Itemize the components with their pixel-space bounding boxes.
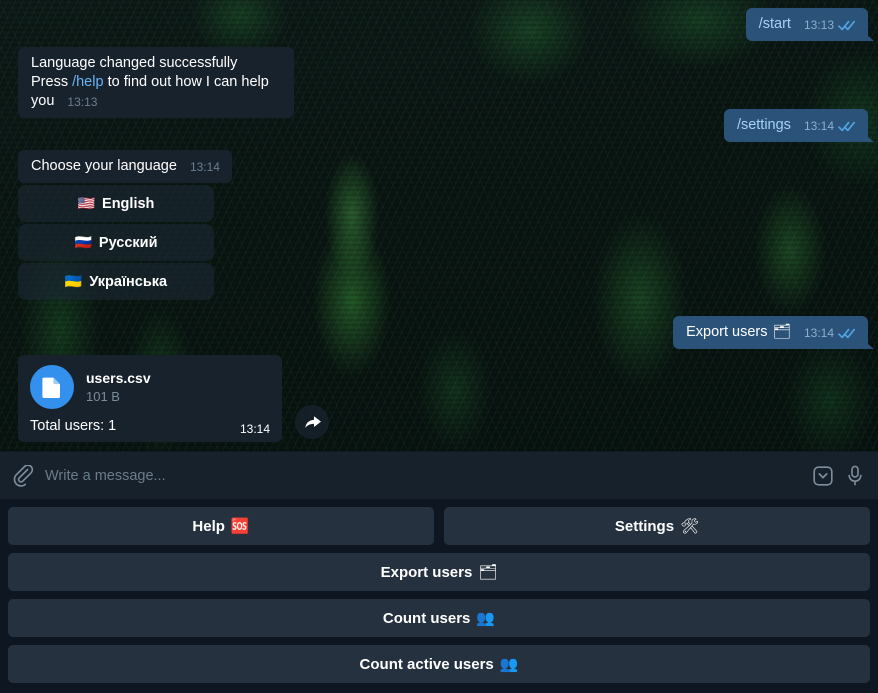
message-meta: 13:13	[804, 19, 856, 31]
inline-button-label: Українська	[89, 273, 168, 290]
file-folder-emoji-icon: 🗂	[478, 564, 498, 581]
keyboard-button-label: Count users	[382, 609, 471, 627]
message-time: 13:14	[189, 160, 220, 174]
sos-emoji-icon: 🆘	[230, 518, 250, 535]
flag-ru-icon: 🇷🇺	[74, 234, 92, 250]
message-time: 13:13	[803, 18, 834, 32]
forward-message-button[interactable]	[295, 405, 329, 439]
keyboard-row-2: Export users 🗂	[8, 553, 870, 591]
message-row-choose-language: Choose your language 13:14	[18, 150, 232, 183]
inline-button-english[interactable]: 🇺🇸 English	[18, 185, 214, 222]
document-file-name: users.csv	[86, 370, 151, 386]
file-folder-emoji-icon: 🗂	[772, 324, 791, 340]
message-row-export-users: Export users 🗂 13:14	[673, 316, 868, 349]
document-caption-row: Total users: 1 13:14	[30, 418, 270, 435]
keyboard-button-help[interactable]: Help 🆘	[8, 507, 434, 545]
attach-file-button[interactable]	[12, 464, 33, 487]
document-icon[interactable]	[30, 365, 74, 409]
outgoing-bubble-settings[interactable]: /settings 13:14	[723, 109, 868, 142]
message-row-start: /start 13:13	[745, 8, 868, 41]
inline-button-russian[interactable]: 🇷🇺 Русский	[18, 224, 214, 261]
message-list: /start 13:13 Language changed successful…	[0, 0, 878, 451]
keyboard-button-count-active-users[interactable]: Count active users 👥	[8, 645, 870, 683]
message-line-1: Language changed successfully	[31, 55, 238, 71]
help-command-link[interactable]: /help	[72, 74, 103, 90]
incoming-bubble-choose-language[interactable]: Choose your language 13:14	[18, 150, 232, 183]
message-line-2: Press /help to find out how I can help y…	[31, 73, 282, 111]
chevron-down-box-icon	[813, 465, 833, 486]
message-time: 13:14	[803, 119, 834, 133]
flag-ua-icon: 🇺🇦	[64, 273, 83, 289]
paperclip-icon	[13, 464, 33, 487]
message-time: 13:13	[67, 95, 98, 109]
incoming-document-message[interactable]: users.csv 101 B Total users: 1 13:14	[18, 355, 282, 442]
microphone-icon	[848, 465, 862, 485]
hide-keyboard-button[interactable]	[812, 464, 834, 488]
message-row-language-changed: Language changed successfully Press /hel…	[18, 47, 294, 118]
read-receipt-double-check-icon	[838, 328, 856, 339]
message-meta: 13:14	[804, 327, 856, 339]
document-header: users.csv 101 B	[30, 365, 270, 409]
message-meta: 13:13	[67, 96, 97, 108]
keyboard-row-1: Help 🆘 Settings 🛠	[8, 507, 870, 545]
keyboard-button-label: Help	[192, 517, 225, 535]
chat-message-area[interactable]: /start 13:13 Language changed successful…	[0, 0, 878, 451]
message-text-choose-language: Choose your language	[31, 158, 177, 174]
voice-message-button[interactable]	[846, 464, 864, 488]
message-time: 13:14	[803, 326, 834, 340]
keyboard-button-settings[interactable]: Settings 🛠	[444, 507, 870, 545]
message-row-settings: /settings 13:14	[723, 109, 868, 142]
keyboard-button-label: Export users	[380, 563, 473, 581]
inline-keyboard-languages: 🇺🇸 English 🇷🇺 Русский 🇺🇦 Українська	[18, 185, 214, 300]
message-meta: 13:14	[804, 120, 856, 132]
busts-emoji-icon: 👥	[476, 610, 496, 627]
incoming-bubble-language-changed[interactable]: Language changed successfully Press /hel…	[18, 47, 294, 118]
message-composer	[0, 451, 878, 499]
message-input[interactable]	[45, 467, 800, 484]
read-receipt-double-check-icon	[838, 121, 856, 132]
keyboard-button-export-users[interactable]: Export users 🗂	[8, 553, 870, 591]
inline-button-ukrainian[interactable]: 🇺🇦 Українська	[18, 263, 214, 300]
document-caption-text: Total users: 1	[30, 418, 117, 434]
read-receipt-double-check-icon	[838, 20, 856, 31]
busts-emoji-icon: 👥	[499, 656, 519, 673]
outgoing-bubble-export-users[interactable]: Export users 🗂 13:14	[673, 316, 868, 349]
keyboard-row-4: Count active users 👥	[8, 645, 870, 683]
message-text-settings: /settings	[736, 117, 791, 133]
keyboard-button-count-users[interactable]: Count users 👥	[8, 599, 870, 637]
tools-emoji-icon: 🛠	[680, 518, 700, 535]
inline-button-label: Русский	[98, 234, 158, 251]
message-meta: 13:14	[240, 423, 270, 435]
bot-reply-keyboard: Help 🆘 Settings 🛠 Export users 🗂 Count u…	[0, 499, 878, 693]
message-meta: 13:14	[190, 161, 220, 173]
forward-arrow-icon	[304, 415, 321, 428]
outgoing-bubble-start[interactable]: /start 13:13	[745, 8, 868, 41]
message-text-export-users: Export users	[686, 324, 768, 340]
message-text-start: /start	[758, 16, 791, 32]
document-info: users.csv 101 B	[86, 369, 151, 405]
message-time: 13:14	[239, 422, 270, 436]
message-line-2-prefix: Press	[31, 74, 73, 90]
document-file-size: 101 B	[86, 389, 120, 404]
inline-button-label: English	[102, 195, 155, 212]
keyboard-row-3: Count users 👥	[8, 599, 870, 637]
flag-us-icon: 🇺🇸	[77, 195, 96, 211]
keyboard-button-label: Settings	[614, 517, 675, 535]
keyboard-button-label: Count active users	[359, 655, 494, 673]
telegram-chat-window: /start 13:13 Language changed successful…	[0, 0, 878, 693]
